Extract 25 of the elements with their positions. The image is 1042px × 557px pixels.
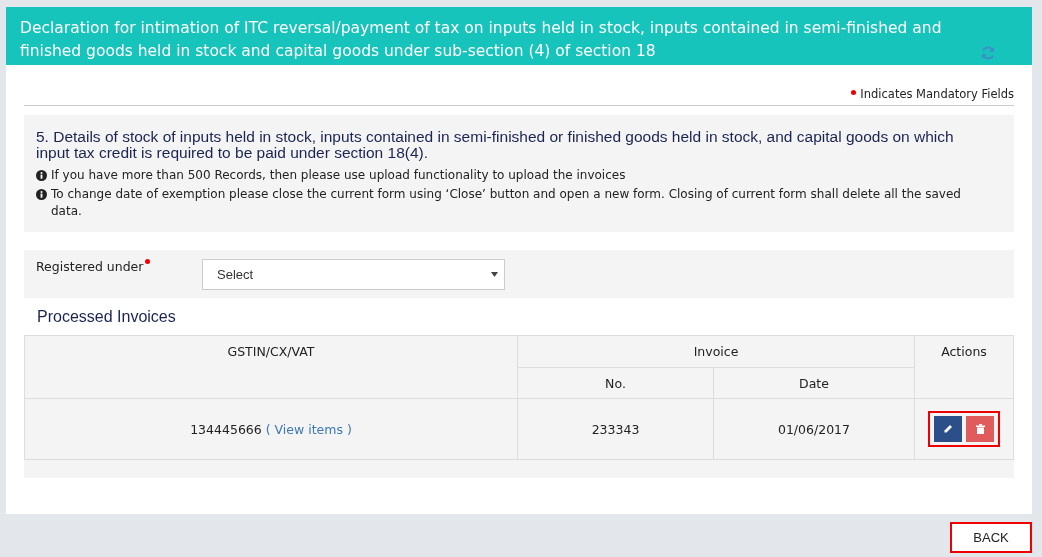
pencil-icon [943,424,953,434]
column-header: No. [517,367,714,399]
caret-icon [491,272,498,277]
section-heading: 5. Details of stock of inputs held in stock, inputs contained in semi-finished or finished goods held in stock, and capital goods on which input tax credit is required to be paid under section 18(4). [36,129,955,161]
trash-icon [975,424,985,434]
required-dot [851,90,857,95]
info-icon [36,189,47,200]
table-cell: 233343 [517,398,714,460]
column-header: GSTIN/CX/VAT [24,335,518,399]
section-title: Processed Invoices [37,308,177,326]
delete-button[interactable] [966,416,994,442]
table-cell: 01/06/2017 [713,398,915,460]
info-icon [36,170,47,181]
edit-button[interactable] [934,416,962,442]
field-label: Registered under [36,259,144,274]
info-note: To change date of exemption please close the current form using ‘Close’ button and open a new form. Closing of current form shall delete all the saved data. [51,186,962,220]
info-note: If you have more than 500 Records, then please use upload functionality to upload the invoices [51,167,626,184]
back-button[interactable]: BACK [950,522,1032,553]
column-header: Actions [914,335,1014,399]
column-header: Invoice [517,335,915,368]
page-title: Declaration for intimation of ITC reversal/payment of tax on inputs held in stock, inputs contained in semi-finished and finished goods held in stock and capital goods under sub-section (4) of section 18 [20,18,943,62]
gstin-text: 134445666 [190,421,262,437]
view-items-link[interactable]: ( View items ) [265,421,352,437]
registered-under-dropdown[interactable]: Select [202,259,505,290]
mandatory-note: Indicates Mandatory Fields [860,87,1014,101]
